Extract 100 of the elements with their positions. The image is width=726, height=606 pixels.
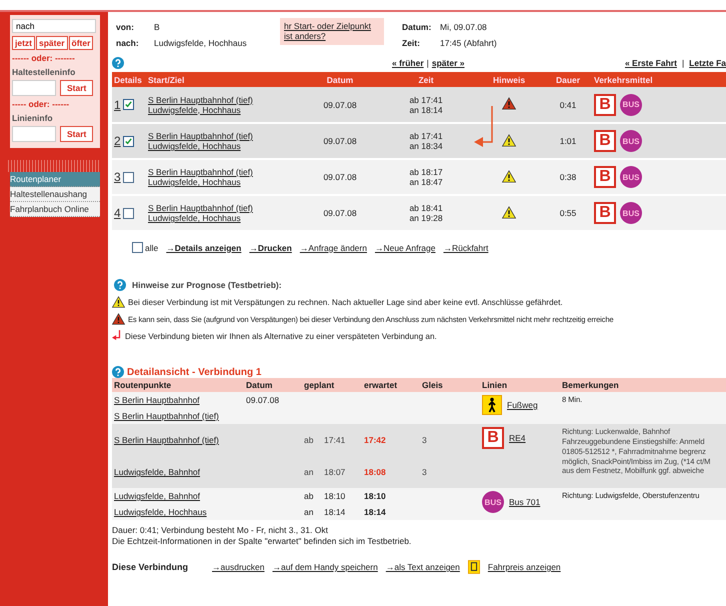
train-badge: B xyxy=(594,166,616,188)
note-text: Diese Verbindung bieten wir Ihnen als Alternative zu einer verspäteten Verbindung an. xyxy=(125,332,437,340)
row-number[interactable]: 2 xyxy=(114,134,121,148)
line-field[interactable] xyxy=(12,126,56,142)
stop-link[interactable]: Ludwigsfelde, Bahnhof xyxy=(114,467,200,477)
help-icon[interactable] xyxy=(114,279,126,291)
action-link[interactable]: →Drucken xyxy=(249,242,292,252)
stop-link[interactable]: S Berlin Hauptbahnhof xyxy=(114,395,200,405)
action-link[interactable]: →Neue Anfrage xyxy=(374,242,436,252)
time-button[interactable]: später xyxy=(36,36,68,50)
bus-badge: BUS xyxy=(620,202,642,224)
line-info-label: Linieninfo xyxy=(12,113,54,123)
menu-item[interactable]: Routenplaner xyxy=(10,172,100,187)
arrival-time: an 18:14 xyxy=(408,104,444,114)
first-trip-link[interactable]: « Erste Fahrt xyxy=(624,58,677,68)
action-link[interactable]: →ausdrucken xyxy=(212,562,264,572)
time-button[interactable]: jetzt xyxy=(12,36,35,50)
train-badge: B xyxy=(482,427,504,449)
earlier-link[interactable]: « früher xyxy=(392,58,424,68)
destination-link[interactable]: Ludwigsfelde, Hochhaus xyxy=(148,213,300,223)
stop-link[interactable]: Ludwigsfelde, Bahnhof xyxy=(114,491,200,501)
to-label: nach: xyxy=(116,38,140,48)
stop-link[interactable]: S Berlin Hauptbahnhof (tief) xyxy=(114,435,219,445)
separator-text: ------ oder: ------- xyxy=(12,53,76,63)
result-row[interactable]: 3 S Berlin Hauptbahnhof (tief) Ludwigsfelde, Hochhaus 09.07.08 ab 18:17 an 18:47 0:38 B BUS xyxy=(112,159,726,195)
change-link[interactable]: hr Start- oder Zielpunkt ist anders? xyxy=(284,21,376,41)
row-number[interactable]: 1 xyxy=(114,98,121,112)
stop-link[interactable]: S Berlin Hauptbahnhof (tief) xyxy=(114,411,219,421)
checkbox[interactable] xyxy=(122,99,134,110)
departure-time: ab 17:41 xyxy=(408,94,444,104)
line-link[interactable]: Fußweg xyxy=(507,400,538,410)
date-text: 09.07.08 xyxy=(323,136,357,146)
destination-link[interactable]: Ludwigsfelde, Hochhaus xyxy=(148,177,300,187)
start-button[interactable]: Start xyxy=(60,126,94,142)
column-header: Verkehrsmittel xyxy=(592,72,726,87)
expected-time: 18:08 xyxy=(364,467,386,477)
destination-link[interactable]: Ludwigsfelde, Hochhaus xyxy=(148,104,300,114)
stop-field[interactable] xyxy=(12,80,56,96)
checkbox[interactable] xyxy=(122,136,134,146)
result-row[interactable]: 1 S Berlin Hauptbahnhof (tief) Ludwigsfelde, Hochhaus 09.07.08 ab 17:41 an 18:14 0:41 B BUS xyxy=(112,87,726,123)
result-row[interactable]: 4 S Berlin Hauptbahnhof (tief) Ludwigsfelde, Hochhaus 09.07.08 ab 18:41 an 19:28 0:55 B BUS xyxy=(112,195,726,231)
from-label: von: xyxy=(116,22,135,32)
destination-link[interactable]: Ludwigsfelde, Hochhaus xyxy=(148,141,300,151)
action-link[interactable]: →Anfrage ändern xyxy=(300,242,367,252)
platform-text: 3 xyxy=(422,435,427,445)
info-text: Die Echtzeit-Informationen in der Spalte "erwartet" befinden sich im Testbetrieb. xyxy=(112,536,412,548)
action-link[interactable]: →auf dem Handy speichern xyxy=(272,562,378,572)
menu-item[interactable]: Fahrplanbuch Online xyxy=(10,202,100,217)
select-all-checkbox[interactable] xyxy=(132,242,143,253)
row-number[interactable]: 3 xyxy=(114,170,121,184)
start-button[interactable]: Start xyxy=(60,80,94,96)
platform-text: 3 xyxy=(422,467,427,477)
stop-type: ab xyxy=(304,435,314,445)
help-icon[interactable] xyxy=(112,366,124,378)
fare-link[interactable]: Fahrpreis anzeigen xyxy=(488,562,561,572)
action-link[interactable]: →Rückfahrt xyxy=(443,242,488,252)
stop-link[interactable]: Ludwigsfelde, Hochhaus xyxy=(114,507,207,517)
to-value: Ludwigsfelde, Hochhaus xyxy=(154,38,248,48)
bus-badge: BUS xyxy=(620,94,642,116)
row-number[interactable]: 4 xyxy=(114,206,121,220)
line-link[interactable]: Bus 701 xyxy=(509,497,540,507)
planned-time: 18:14 xyxy=(324,507,346,517)
start-link[interactable]: S Berlin Hauptbahnhof (tief) xyxy=(148,94,300,104)
start-link[interactable]: S Berlin Hauptbahnhof (tief) xyxy=(148,203,300,213)
train-badge: B xyxy=(594,94,616,116)
duration-text: 0:55 xyxy=(560,208,576,218)
arrival-time: an 19:28 xyxy=(408,213,444,223)
connection-label: Diese Verbindung xyxy=(112,562,188,572)
column-header: Datum xyxy=(244,378,302,392)
action-link[interactable]: →als Text anzeigen xyxy=(386,562,460,572)
expected-time: 17:42 xyxy=(364,435,386,445)
column-header: Gleis xyxy=(420,378,480,392)
planned-time: 18:10 xyxy=(324,491,346,501)
train-badge: B xyxy=(594,130,616,152)
checkbox[interactable] xyxy=(122,208,134,218)
column-header: Start/Ziel xyxy=(146,72,302,87)
destination-field[interactable]: nach xyxy=(12,19,96,33)
column-header: Details xyxy=(112,72,146,87)
bus-badge: BUS xyxy=(620,166,642,188)
result-row[interactable]: 2 S Berlin Hauptbahnhof (tief) Ludwigsfelde, Hochhaus 09.07.08 ab 17:41 an 18:34 1:01 B BUS xyxy=(112,123,726,159)
column-header: Bemerkungen xyxy=(560,378,726,392)
start-link[interactable]: S Berlin Hauptbahnhof (tief) xyxy=(148,131,300,141)
checkbox[interactable] xyxy=(122,172,134,182)
menu-item[interactable]: Haltestellenaushang xyxy=(10,187,100,202)
start-link[interactable]: S Berlin Hauptbahnhof (tief) xyxy=(148,167,300,177)
later-link[interactable]: später » xyxy=(432,58,464,68)
info-text: Dauer: 0:41; Verbindung besteht Mo - Fr, nicht 3., 31. Okt xyxy=(112,525,329,536)
stop-type: an xyxy=(304,467,314,477)
duration-text: 1:01 xyxy=(560,136,576,146)
from-value: B xyxy=(154,22,161,32)
duration-text: 0:38 xyxy=(560,172,576,182)
bus-badge: BUS xyxy=(620,130,642,152)
date-text: 09.07.08 xyxy=(323,100,357,110)
select-all-label[interactable]: alle xyxy=(145,242,158,252)
line-link[interactable]: RE4 xyxy=(509,433,526,443)
action-link[interactable]: →Details anzeigen xyxy=(166,242,242,252)
column-header: Zeit xyxy=(378,72,474,87)
time-button[interactable]: öfter xyxy=(68,36,94,50)
help-icon[interactable] xyxy=(112,57,124,69)
last-trip-link[interactable]: Letzte Fa xyxy=(689,58,726,68)
